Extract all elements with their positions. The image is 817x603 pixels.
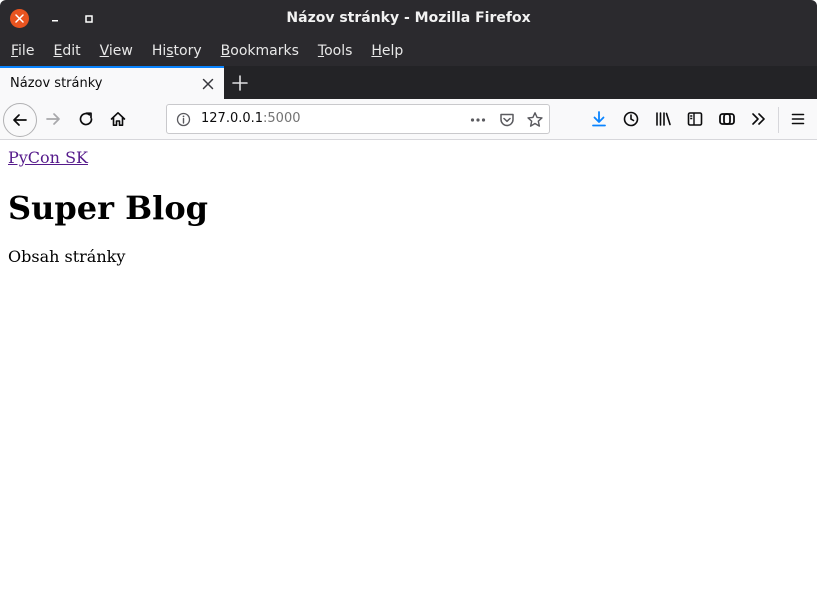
pocket-icon [500, 113, 514, 127]
download-icon [592, 111, 606, 127]
menu-view[interactable]: View [92, 37, 141, 66]
menu-bookmarks[interactable]: Bookmarks [213, 37, 307, 66]
forward-button[interactable] [44, 110, 62, 128]
pycon-link[interactable]: PyCon SK [8, 148, 88, 167]
reload-button[interactable] [77, 110, 95, 128]
window-titlebar: Názov stránky - Mozilla Firefox [0, 0, 817, 37]
history-icon [623, 111, 639, 127]
home-button[interactable] [109, 110, 127, 128]
bookmark-star-button[interactable] [526, 111, 544, 129]
nav-toolbar: 127.0.0.1:5000 [0, 99, 817, 140]
tab-close-icon[interactable] [200, 76, 216, 92]
pocket-button[interactable] [498, 111, 516, 129]
menu-bar: File Edit View History Bookmarks Tools H… [0, 37, 817, 66]
more-dots-icon [470, 118, 486, 122]
library-button[interactable] [654, 110, 672, 128]
menu-file[interactable]: File [3, 37, 42, 66]
tab-active[interactable]: Názov stránky [0, 66, 224, 99]
page-content: PyCon SK Super Blog Obsah stránky [0, 140, 817, 603]
url-host: 127.0.0.1 [201, 111, 264, 126]
tab-strip: Názov stránky [0, 66, 817, 99]
app-menu-button[interactable] [789, 110, 807, 128]
overflow-button[interactable] [750, 110, 768, 128]
menu-tools[interactable]: Tools [310, 37, 361, 66]
menu-edit[interactable]: Edit [45, 37, 88, 66]
home-icon [110, 112, 126, 126]
sidebar-icon [687, 112, 703, 126]
library-icon [656, 112, 671, 126]
sync-icon [719, 113, 735, 125]
url-text[interactable]: 127.0.0.1:5000 [201, 105, 301, 133]
overflow-icon [752, 113, 765, 125]
toolbar-separator [778, 107, 779, 133]
menu-icon [791, 113, 805, 125]
url-port: :5000 [263, 111, 301, 126]
page-body-text: Obsah stránky [8, 247, 126, 266]
tab-title: Názov stránky [10, 76, 103, 91]
sync-button[interactable] [718, 110, 736, 128]
history-button[interactable] [622, 110, 640, 128]
reload-icon [79, 112, 93, 126]
downloads-button[interactable] [590, 110, 608, 128]
back-icon [13, 114, 27, 126]
sidebar-button[interactable] [686, 110, 704, 128]
forward-icon [46, 113, 60, 125]
new-tab-icon[interactable] [230, 73, 250, 93]
page-actions-button[interactable] [469, 111, 487, 129]
menu-history[interactable]: History [144, 37, 210, 66]
url-bar[interactable]: 127.0.0.1:5000 [166, 104, 550, 134]
back-button[interactable] [3, 103, 37, 137]
star-icon [527, 112, 543, 127]
window-title: Názov stránky - Mozilla Firefox [286, 10, 531, 26]
info-icon[interactable] [176, 112, 191, 127]
page-heading: Super Blog [8, 189, 209, 227]
menu-help[interactable]: Help [363, 37, 411, 66]
